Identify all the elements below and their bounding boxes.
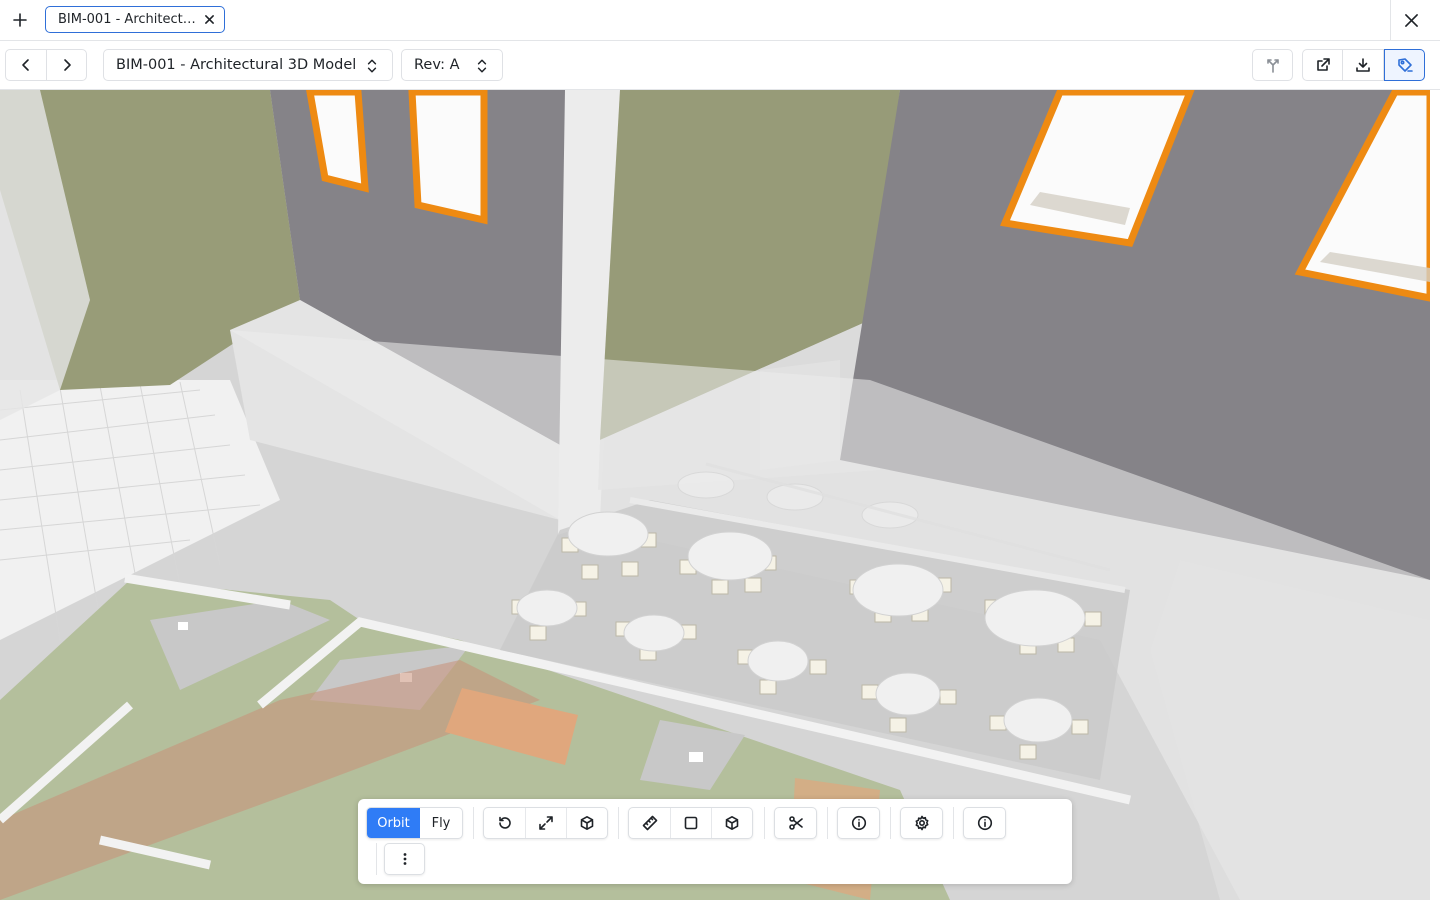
- measure-ruler-icon: [642, 815, 657, 831]
- section-tools-group: [774, 807, 817, 839]
- measure-tools-group: [628, 807, 753, 839]
- view-tools-group: [483, 807, 608, 839]
- model-info-icon: [977, 815, 992, 831]
- fit-to-view-icon: [539, 816, 553, 830]
- model-select[interactable]: BIM-001 - Architectural 3D Model: [103, 49, 393, 81]
- divider: [827, 807, 828, 839]
- 3d-cube-icon: [580, 816, 594, 830]
- viewer-toolbar: Orbit Fly: [358, 799, 1072, 884]
- chevron-left-icon: [22, 59, 29, 71]
- history-nav: [5, 49, 87, 81]
- tab-bim-001[interactable]: BIM-001 - Architectural 3D Model: [45, 6, 225, 33]
- divider: [764, 807, 765, 839]
- tab-label: BIM-001 - Architectural 3D Model: [58, 12, 196, 27]
- more-tools-button[interactable]: [384, 843, 425, 875]
- document-toolbar: BIM-001 - Architectural 3D Model Rev: A: [0, 41, 1440, 90]
- section-cut-button[interactable]: [775, 808, 816, 838]
- measure-volume-button[interactable]: [711, 808, 752, 838]
- chevron-up-down-icon: [367, 59, 377, 73]
- properties-tools-group: [837, 807, 880, 839]
- info-tools-group: [963, 807, 1006, 839]
- divider: [890, 807, 891, 839]
- properties-info-icon: [851, 815, 866, 831]
- markup-pen-icon: [1397, 58, 1413, 72]
- compare-icon: [1266, 59, 1279, 73]
- close-viewer-button[interactable]: [1390, 0, 1431, 40]
- close-icon: [204, 14, 214, 24]
- open-external-button[interactable]: [1302, 49, 1343, 81]
- plus-icon: [13, 13, 27, 27]
- divider: [376, 843, 377, 875]
- settings-tools-group: [900, 807, 943, 839]
- markup-button[interactable]: [1384, 49, 1425, 81]
- compare-button[interactable]: [1252, 49, 1293, 81]
- revision-select[interactable]: Rev: A: [401, 49, 503, 81]
- navigation-mode-group: Orbit Fly: [366, 807, 463, 839]
- chevron-up-down-icon: [477, 59, 487, 73]
- tab-close-button[interactable]: [203, 13, 215, 25]
- 3d-viewport[interactable]: [0, 90, 1430, 900]
- section-scissors-icon: [788, 816, 803, 830]
- tab-bar: BIM-001 - Architectural 3D Model: [0, 0, 1440, 41]
- divider: [473, 807, 474, 839]
- 3d-view-button[interactable]: [566, 808, 607, 838]
- measure-distance-button[interactable]: [629, 808, 670, 838]
- back-button[interactable]: [6, 50, 46, 80]
- properties-button[interactable]: [838, 808, 879, 838]
- model-info-button[interactable]: [964, 808, 1005, 838]
- model-select-value: BIM-001 - Architectural 3D Model: [116, 57, 357, 73]
- area-square-icon: [684, 816, 698, 830]
- divider: [953, 807, 954, 839]
- measure-area-button[interactable]: [670, 808, 711, 838]
- chevron-right-icon: [63, 59, 71, 71]
- orbit-mode-button[interactable]: Orbit: [367, 808, 420, 838]
- fly-mode-button[interactable]: Fly: [420, 808, 462, 838]
- more-vertical-icon: [403, 853, 406, 865]
- revision-select-value: Rev: A: [414, 57, 460, 73]
- volume-cube-icon: [725, 816, 739, 830]
- 3d-model-render: [0, 90, 1430, 900]
- divider: [618, 807, 619, 839]
- viewport-edge: [1430, 90, 1440, 900]
- settings-gear-icon: [915, 815, 928, 831]
- fit-to-view-button[interactable]: [525, 808, 566, 838]
- settings-button[interactable]: [901, 808, 942, 838]
- close-icon: [1404, 13, 1418, 27]
- external-link-icon: [1316, 58, 1330, 71]
- reset-view-button[interactable]: [484, 808, 525, 838]
- reset-view-icon: [498, 816, 511, 829]
- download-icon: [1356, 58, 1370, 72]
- forward-button[interactable]: [46, 50, 86, 80]
- new-tab-button[interactable]: [0, 0, 40, 40]
- download-button[interactable]: [1343, 49, 1384, 81]
